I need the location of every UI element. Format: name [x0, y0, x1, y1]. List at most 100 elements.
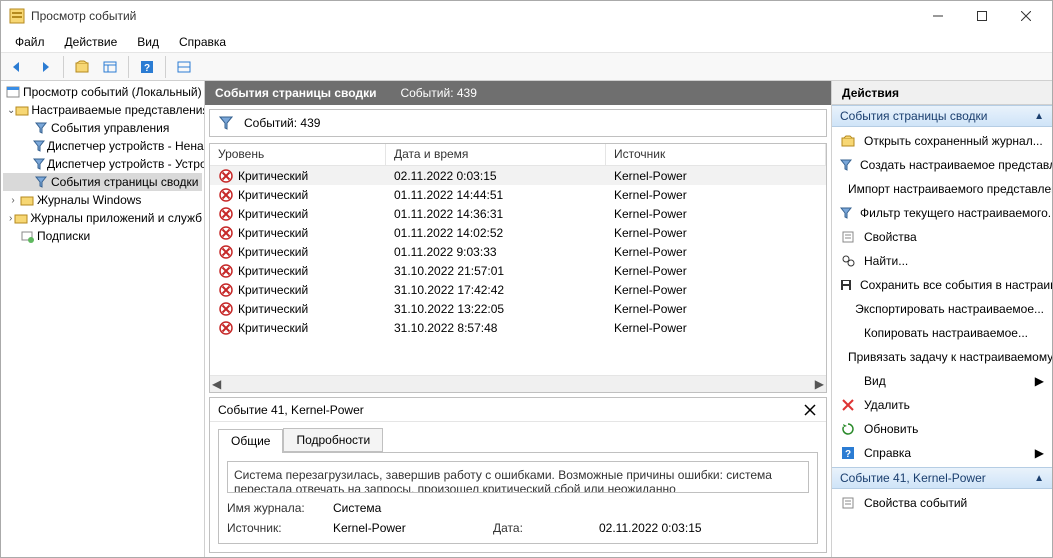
col-level[interactable]: Уровень: [210, 144, 386, 165]
action-event-properties[interactable]: Свойства событий: [832, 491, 1052, 515]
toolbar-separator: [63, 56, 64, 78]
table-row[interactable]: Критический31.10.2022 13:22:05Kernel-Pow…: [210, 299, 826, 318]
toolbar-separator: [128, 56, 129, 78]
critical-icon: [218, 282, 234, 298]
action-view-submenu[interactable]: Вид▶: [832, 369, 1052, 393]
critical-icon: [218, 187, 234, 203]
tree-custom-views[interactable]: ⌄ Настраиваемые представления: [3, 101, 202, 119]
action-open-saved-log[interactable]: Открыть сохраненный журнал...: [832, 129, 1052, 153]
action-filter-current-view[interactable]: Фильтр текущего настраиваемого...: [832, 201, 1052, 225]
action-copy-view[interactable]: Копировать настраиваемое...: [832, 321, 1052, 345]
cell-level: Критический: [238, 321, 308, 335]
action-label: Экспортировать настраиваемое...: [855, 302, 1044, 316]
action-label: Сохранить все события в настраиваемом...: [860, 278, 1052, 292]
menu-view[interactable]: Вид: [129, 33, 167, 51]
cell-source: Kernel-Power: [606, 169, 826, 183]
tree-admin-events[interactable]: События управления: [3, 119, 202, 137]
event-grid[interactable]: Уровень Дата и время Источник Критически…: [209, 143, 827, 393]
critical-icon: [218, 206, 234, 222]
actions-group-1[interactable]: События страницы сводки ▲: [832, 105, 1052, 127]
scroll-left-icon[interactable]: ◀: [212, 377, 221, 391]
collapse-icon[interactable]: ▲: [1034, 111, 1044, 122]
find-icon: [840, 253, 856, 269]
tree-root[interactable]: Просмотр событий (Локальный): [3, 83, 202, 101]
close-button[interactable]: [1004, 1, 1048, 31]
toolbar-separator: [165, 56, 166, 78]
action-label: Удалить: [864, 398, 910, 412]
action-help[interactable]: ?Справка▶: [832, 441, 1052, 465]
action-delete[interactable]: Удалить: [832, 393, 1052, 417]
table-row[interactable]: Критический01.11.2022 9:03:33Kernel-Powe…: [210, 242, 826, 261]
event-description[interactable]: Система перезагрузилась, завершив работу…: [227, 461, 809, 493]
table-row[interactable]: Критический31.10.2022 8:57:48Kernel-Powe…: [210, 318, 826, 337]
tree-label: События управления: [51, 121, 169, 135]
action-refresh[interactable]: Обновить: [832, 417, 1052, 441]
filter-icon: [33, 138, 45, 154]
action-find[interactable]: Найти...: [832, 249, 1052, 273]
actions-group-label: Событие 41, Kernel-Power: [840, 471, 986, 485]
action-import-custom-view[interactable]: Импорт настраиваемого представления...: [832, 177, 1052, 201]
forward-button[interactable]: [33, 55, 57, 79]
action-export-view[interactable]: Экспортировать настраиваемое...: [832, 297, 1052, 321]
cell-date: 01.11.2022 14:44:51: [386, 188, 606, 202]
kv-source-date: Источник: Kernel-Power Дата: 02.11.2022 …: [227, 521, 809, 535]
actions-group-2[interactable]: Событие 41, Kernel-Power ▲: [832, 467, 1052, 489]
cell-level: Критический: [238, 245, 308, 259]
filter-icon: [33, 174, 49, 190]
menu-file[interactable]: Файл: [7, 33, 53, 51]
cell-source: Kernel-Power: [606, 264, 826, 278]
back-button[interactable]: [5, 55, 29, 79]
tree-label: Просмотр событий (Локальный): [23, 85, 202, 99]
action-label: Найти...: [864, 254, 908, 268]
menu-help[interactable]: Справка: [171, 33, 234, 51]
scroll-right-icon[interactable]: ▶: [815, 377, 824, 391]
minimize-button[interactable]: [916, 1, 960, 31]
tree-windows-logs[interactable]: › Журналы Windows: [3, 191, 202, 209]
tree-app-logs[interactable]: › Журналы приложений и служб: [3, 209, 202, 227]
table-row[interactable]: Критический31.10.2022 17:42:42Kernel-Pow…: [210, 280, 826, 299]
view-title: События страницы сводки: [215, 86, 376, 100]
svg-text:?: ?: [845, 449, 851, 459]
tree-devmgr-2[interactable]: Диспетчер устройств - Устройства: [3, 155, 202, 173]
action-properties[interactable]: Свойства: [832, 225, 1052, 249]
table-row[interactable]: Критический01.11.2022 14:36:31Kernel-Pow…: [210, 204, 826, 223]
horizontal-scrollbar[interactable]: ◀ ▶: [210, 375, 826, 392]
help-button[interactable]: ?: [135, 55, 159, 79]
action-save-all-events[interactable]: Сохранить все события в настраиваемом...: [832, 273, 1052, 297]
cell-level: Критический: [238, 207, 308, 221]
menu-action[interactable]: Действие: [57, 33, 126, 51]
preview-toggle-button[interactable]: [172, 55, 196, 79]
cell-date: 01.11.2022 14:36:31: [386, 207, 606, 221]
col-source[interactable]: Источник: [606, 144, 826, 165]
tree-summary-events[interactable]: События страницы сводки: [3, 173, 202, 191]
tab-general[interactable]: Общие: [218, 429, 283, 453]
app-icon: [9, 8, 25, 24]
event-grid-container: Уровень Дата и время Источник Критически…: [209, 143, 827, 393]
save-icon: [840, 277, 852, 293]
close-detail-button[interactable]: [802, 402, 818, 418]
actions-list-2: Свойства событий: [832, 489, 1052, 517]
table-row[interactable]: Критический31.10.2022 21:57:01Kernel-Pow…: [210, 261, 826, 280]
table-row[interactable]: Критический01.11.2022 14:02:52Kernel-Pow…: [210, 223, 826, 242]
col-date[interactable]: Дата и время: [386, 144, 606, 165]
tab-details[interactable]: Подробности: [283, 428, 383, 452]
table-row[interactable]: Критический02.11.2022 0:03:15Kernel-Powe…: [210, 166, 826, 185]
show-tree-button[interactable]: [70, 55, 94, 79]
expand-icon[interactable]: ›: [7, 213, 14, 224]
maximize-button[interactable]: [960, 1, 1004, 31]
expand-icon[interactable]: ⌄: [7, 105, 15, 116]
cell-level: Критический: [238, 226, 308, 240]
toggle-panes-button[interactable]: [98, 55, 122, 79]
tree-devmgr-1[interactable]: Диспетчер устройств - Ненастроенные: [3, 137, 202, 155]
expand-icon[interactable]: ›: [7, 195, 19, 206]
nav-tree[interactable]: Просмотр событий (Локальный) ⌄ Настраива…: [1, 81, 205, 557]
action-label: Привязать задачу к настраиваемому...: [848, 350, 1052, 364]
tree-subscriptions[interactable]: Подписки: [3, 227, 202, 245]
action-create-custom-view[interactable]: Создать настраиваемое представление...: [832, 153, 1052, 177]
action-attach-task[interactable]: Привязать задачу к настраиваемому...: [832, 345, 1052, 369]
source-label: Источник:: [227, 521, 323, 535]
tree-label: Подписки: [37, 229, 90, 243]
collapse-icon[interactable]: ▲: [1034, 473, 1044, 484]
delete-icon: [840, 397, 856, 413]
table-row[interactable]: Критический01.11.2022 14:44:51Kernel-Pow…: [210, 185, 826, 204]
